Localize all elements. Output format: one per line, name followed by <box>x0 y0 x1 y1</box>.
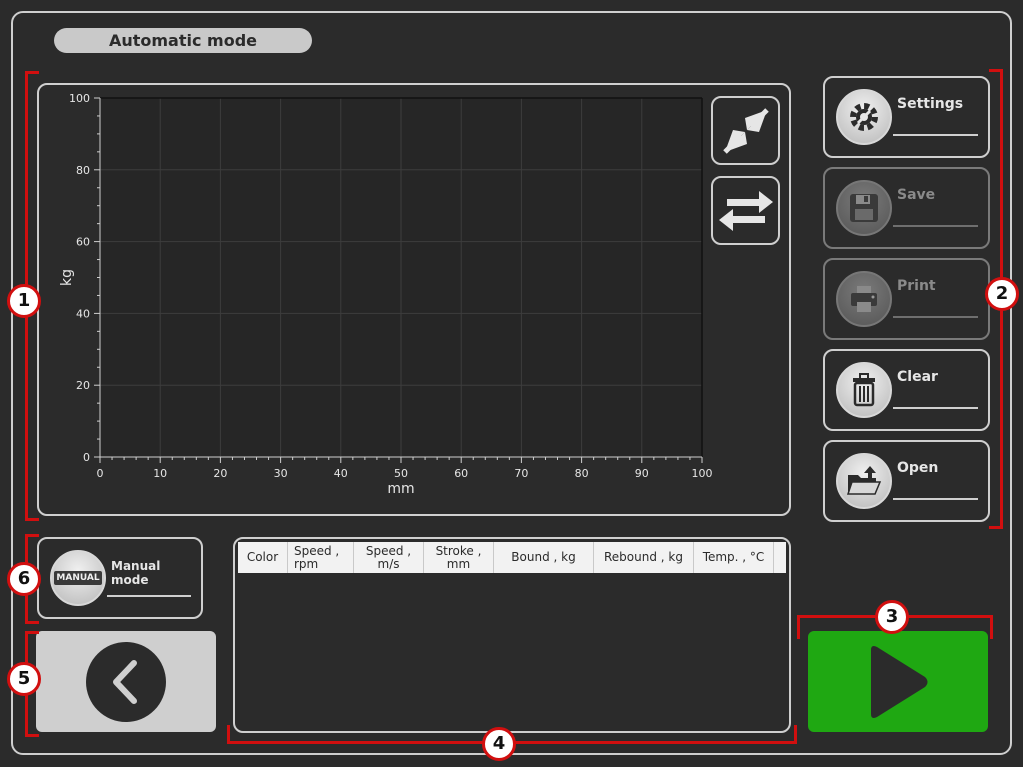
play-icon <box>871 645 928 718</box>
y-tick-label: 100 <box>69 92 90 105</box>
y-tick-label: 80 <box>76 164 90 177</box>
column-header-speed-rpm: Speed , rpm <box>288 542 354 573</box>
marker-badge-1: 1 <box>7 284 41 318</box>
results-table[interactable]: Color Speed , rpm Speed , m/s Stroke , m… <box>233 537 791 733</box>
marker-badge-5: 5 <box>7 662 41 696</box>
open-label: Open <box>897 460 939 476</box>
clear-button[interactable]: Clear <box>823 349 990 431</box>
manual-underline <box>107 595 191 597</box>
clear-label: Clear <box>897 369 938 385</box>
zoom-fit-button[interactable] <box>711 96 780 165</box>
x-tick-label: 0 <box>97 467 104 480</box>
settings-label: Settings <box>897 96 964 112</box>
manual-mode-label: Manual mode <box>111 559 161 587</box>
column-header-color: Color <box>238 542 288 573</box>
column-header-temp: Temp. , °C <box>694 542 774 573</box>
print-underline <box>893 316 978 318</box>
print-label: Print <box>897 278 936 294</box>
x-tick-label: 60 <box>454 467 468 480</box>
print-button[interactable]: Print <box>823 258 990 340</box>
pan-button[interactable] <box>711 176 780 245</box>
swap-arrows-icon <box>718 190 773 231</box>
x-tick-label: 90 <box>635 467 649 480</box>
table-header: Color Speed , rpm Speed , m/s Stroke , m… <box>238 542 786 573</box>
force-displacement-chart[interactable]: 0 10 20 30 40 50 60 70 80 90 100 0 20 40 60 80 100 mm kg <box>39 85 789 514</box>
column-header-speed-ms: Speed , m/s <box>354 542 424 573</box>
marker-badge-2: 2 <box>985 277 1019 311</box>
column-header-rebound: Rebound , kg <box>594 542 694 573</box>
y-tick-label: 0 <box>83 451 90 464</box>
trash-icon <box>836 362 892 418</box>
x-tick-label: 80 <box>575 467 589 480</box>
floppy-disk-icon <box>836 180 892 236</box>
settings-underline <box>893 134 978 136</box>
settings-button[interactable]: Settings <box>823 76 990 158</box>
x-tick-label: 20 <box>213 467 227 480</box>
x-tick-label: 10 <box>153 467 167 480</box>
marker-badge-4: 4 <box>482 727 516 761</box>
chart-panel: 0 10 20 30 40 50 60 70 80 90 100 0 20 40 60 80 100 mm kg <box>37 83 791 516</box>
save-underline <box>893 225 978 227</box>
collapse-arrows-icon <box>722 107 769 154</box>
manual-badge: MANUAL <box>54 571 102 585</box>
gear-icon <box>836 89 892 145</box>
manual-icon: MANUAL <box>50 550 106 606</box>
column-header-stroke: Stroke , mm <box>424 542 494 573</box>
clear-underline <box>893 407 978 409</box>
column-header-bound: Bound , kg <box>494 542 594 573</box>
x-tick-label: 50 <box>394 467 408 480</box>
save-button[interactable]: Save <box>823 167 990 249</box>
x-axis-label: mm <box>387 481 414 497</box>
save-label: Save <box>897 187 936 203</box>
marker-badge-6: 6 <box>7 562 41 596</box>
column-header-spacer <box>774 542 786 573</box>
open-button[interactable]: Open <box>823 440 990 522</box>
y-tick-label: 20 <box>76 379 90 392</box>
back-circle <box>86 642 166 722</box>
open-underline <box>893 498 978 500</box>
marker-badge-3: 3 <box>875 600 909 634</box>
printer-icon <box>836 271 892 327</box>
chevron-left-icon <box>113 660 137 704</box>
y-tick-label: 40 <box>76 307 90 320</box>
x-tick-label: 70 <box>514 467 528 480</box>
x-tick-label: 30 <box>274 467 288 480</box>
y-tick-label: 60 <box>76 236 90 249</box>
folder-open-icon <box>836 453 892 509</box>
start-button[interactable] <box>808 631 988 732</box>
back-button[interactable] <box>36 631 216 732</box>
y-axis-label: kg <box>59 269 75 286</box>
x-tick-label: 100 <box>692 467 713 480</box>
x-tick-label: 40 <box>334 467 348 480</box>
manual-mode-button[interactable]: MANUAL Manual mode <box>37 537 203 619</box>
page-title: Automatic mode <box>54 28 312 53</box>
